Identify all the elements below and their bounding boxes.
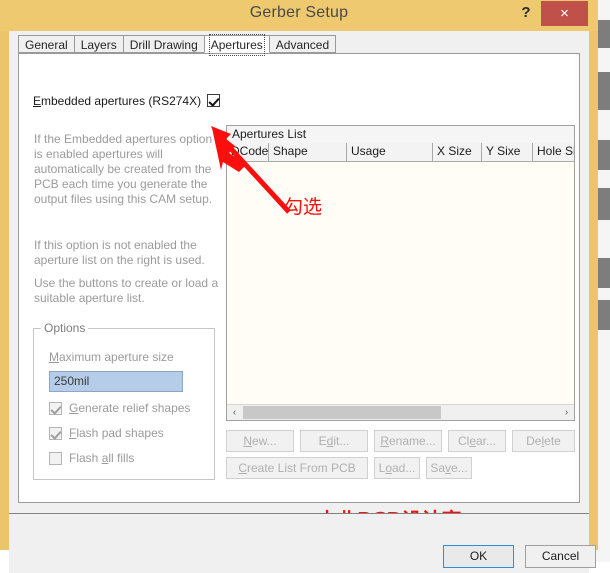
column-header-dcode[interactable]: DCode <box>227 143 269 161</box>
tab-apertures-label: Apertures <box>208 34 265 56</box>
create-list-from-pcb-button[interactable]: Create List From PCB <box>226 457 368 479</box>
column-header-usage[interactable]: Usage <box>347 143 433 161</box>
apertures-list-title: Apertures List <box>226 125 575 143</box>
flash-all-fills-label: Flash all fills <box>69 451 135 465</box>
max-aperture-size-input[interactable]: 250mil <box>49 371 183 392</box>
tab-strip: General Layers Drill Drawing Apertures Advan… <box>18 34 337 56</box>
dialog-footer: OK Cancel <box>9 514 596 573</box>
grid-horizontal-scrollbar[interactable]: ‹ › <box>227 404 574 420</box>
flash-pad-shapes-checkbox[interactable] <box>49 427 62 440</box>
annotation-check-note: 勾选 <box>284 196 323 218</box>
ok-button[interactable]: OK <box>443 545 514 568</box>
load-button[interactable]: Load... <box>374 457 420 479</box>
help-icon[interactable]: ? <box>515 2 537 24</box>
rename-button[interactable]: Rename... <box>374 430 442 452</box>
apertures-list-grid[interactable]: DCodeShapeUsageX SizeY SixeHole Size ‹ › <box>226 143 575 421</box>
flash-all-fills-checkbox[interactable] <box>49 452 62 465</box>
description-paragraph-2: If this option is not enabled the apertu… <box>34 238 205 267</box>
embedded-apertures-label: Embedded apertures (RS274X) <box>33 94 202 108</box>
embedded-apertures-row: Embedded apertures (RS274X) <box>33 94 228 110</box>
clear-button[interactable]: Clear... <box>448 430 506 452</box>
embedded-apertures-checkbox[interactable] <box>207 94 220 107</box>
generate-relief-shapes-label: Generate relief shapes <box>69 401 191 415</box>
save-button[interactable]: Save... <box>426 457 472 479</box>
generate-relief-shapes-checkbox[interactable] <box>49 402 62 415</box>
tab-general[interactable]: General <box>18 35 75 53</box>
dialog-window: Gerber Setup ? × General Layers Drill Draw… <box>0 0 598 573</box>
title-bar: Gerber Setup ? × <box>0 0 598 31</box>
scroll-right-arrow-icon[interactable]: › <box>559 405 574 420</box>
options-group-label: Options <box>41 321 89 335</box>
tab-drill-drawing[interactable]: Drill Drawing <box>122 35 205 53</box>
column-header-y-sixe[interactable]: Y Sixe <box>482 143 533 161</box>
tab-apertures[interactable]: Apertures <box>203 34 270 56</box>
grid-header-row: DCodeShapeUsageX SizeY SixeHole Size <box>227 143 574 162</box>
description-paragraph-3: Use the buttons to create or load a suit… <box>34 276 219 305</box>
edit-button[interactable]: Edit... <box>300 430 368 452</box>
tab-layers-label: Layers <box>80 38 117 52</box>
page-title: Gerber Setup <box>249 4 349 21</box>
column-header-x-size[interactable]: X Size <box>433 143 482 161</box>
scroll-thumb[interactable] <box>243 406 441 419</box>
new-button[interactable]: New... <box>226 430 294 452</box>
tab-layers[interactable]: Layers <box>73 35 124 53</box>
tab-advanced[interactable]: Advanced <box>268 35 337 53</box>
tab-drill-drawing-label: Drill Drawing <box>129 38 198 52</box>
cancel-button[interactable]: Cancel <box>525 545 596 568</box>
column-header-hole-size[interactable]: Hole Size <box>533 143 574 161</box>
delete-button[interactable]: Delete <box>512 430 575 452</box>
dialog-client: General Layers Drill Drawing Apertures Advan… <box>9 31 596 573</box>
close-icon[interactable]: × <box>541 1 588 26</box>
flash-pad-shapes-label: Flash pad shapes <box>69 426 164 440</box>
tab-general-label: General <box>25 38 68 52</box>
max-aperture-size-label: Maximum aperture size <box>49 350 174 364</box>
tab-advanced-label: Advanced <box>275 38 330 52</box>
column-header-shape[interactable]: Shape <box>269 143 347 161</box>
tab-page-apertures: Embedded apertures (RS274X) If the Embed… <box>18 53 580 532</box>
grid-body-empty <box>227 162 574 404</box>
scroll-left-arrow-icon[interactable]: ‹ <box>227 405 242 420</box>
description-paragraph-1: If the Embedded apertures option is enab… <box>34 132 213 206</box>
